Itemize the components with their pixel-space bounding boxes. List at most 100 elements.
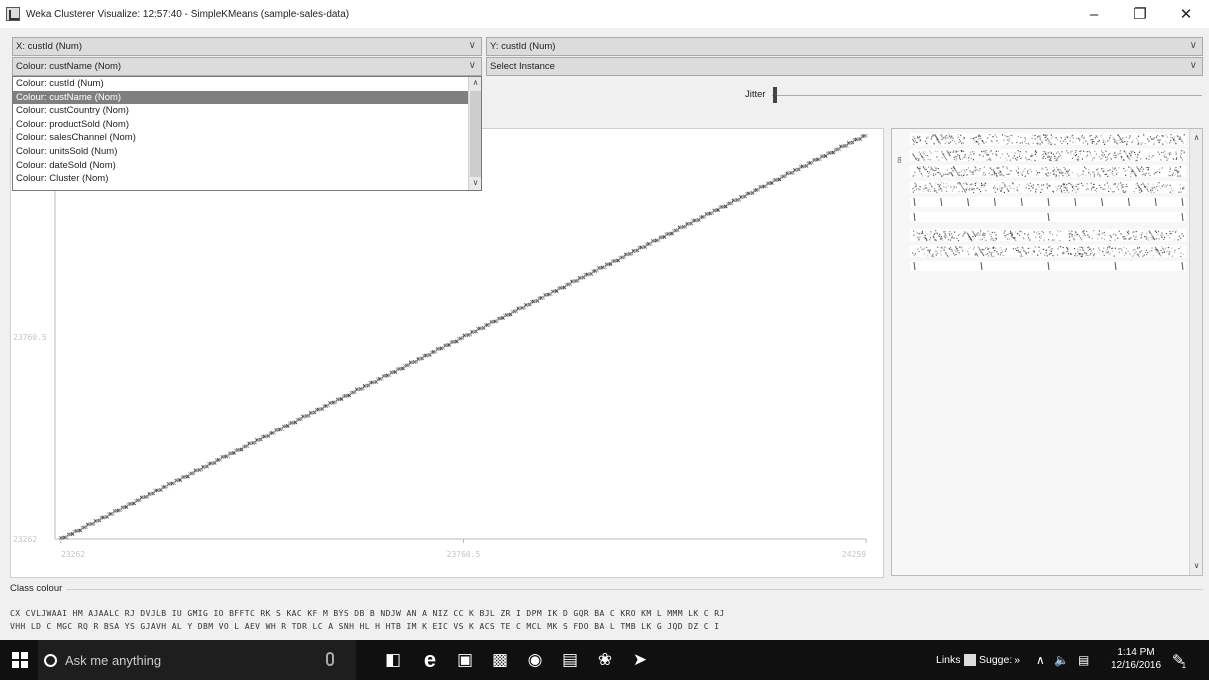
attribute-bar-dot[interactable]: [1108, 185, 1110, 187]
attribute-bar-dot[interactable]: [1181, 140, 1183, 142]
attribute-bar-dot[interactable]: [1156, 171, 1158, 173]
attribute-bar-dot[interactable]: [990, 150, 992, 152]
attribute-bar-dot[interactable]: [1077, 156, 1079, 158]
attribute-bar-dot[interactable]: [1137, 142, 1140, 144]
attribute-bar-dot[interactable]: [1059, 239, 1061, 242]
attribute-bar-dot[interactable]: [919, 166, 921, 168]
attribute-bar-dot[interactable]: [920, 173, 923, 175]
attribute-bar-dot[interactable]: [1071, 236, 1074, 238]
attribute-bar-dot[interactable]: [1074, 234, 1076, 237]
attribute-bar-dot[interactable]: [1059, 169, 1061, 171]
attribute-bar-dot[interactable]: [1137, 185, 1139, 187]
attribute-bar-dot[interactable]: [1056, 157, 1059, 159]
attribute-bar-dot[interactable]: [991, 168, 993, 171]
attribute-bar-dot[interactable]: [1107, 251, 1109, 253]
attribute-bar-dot[interactable]: [937, 184, 939, 186]
attribute-bar-dot[interactable]: [948, 239, 950, 241]
attribute-bar-dot[interactable]: [1145, 236, 1148, 238]
attribute-bar-dot[interactable]: [1130, 153, 1132, 155]
attribute-bar-dot[interactable]: [1041, 183, 1043, 186]
attribute-bar-dot[interactable]: [996, 188, 999, 190]
attribute-bar-dot[interactable]: [1162, 249, 1165, 251]
attribute-bar-dot[interactable]: [1073, 247, 1076, 250]
attribute-bar-dot[interactable]: [1109, 169, 1111, 171]
attribute-bar-dot[interactable]: [1112, 247, 1114, 249]
attribute-bar-dot[interactable]: [1139, 150, 1141, 152]
attribute-bar-dot[interactable]: [1096, 188, 1098, 190]
attribute-bar-dot[interactable]: [1097, 167, 1099, 169]
attribute-bar-dot[interactable]: [983, 172, 985, 174]
attribute-bar-dot[interactable]: [1043, 151, 1045, 153]
attribute-bar-dot[interactable]: [922, 150, 924, 152]
attribute-bar-dot[interactable]: [1166, 142, 1168, 144]
attribute-bar-dot[interactable]: [986, 247, 989, 249]
attribute-bar-dot[interactable]: [941, 136, 943, 138]
attribute-bar-dot[interactable]: [953, 231, 956, 233]
attribute-bar-dot[interactable]: [1113, 152, 1116, 154]
attribute-bar-dot[interactable]: [1118, 183, 1120, 185]
attribute-bar-dot[interactable]: [1112, 138, 1114, 141]
attribute-bar-dot[interactable]: [1029, 239, 1031, 241]
attribute-bar-dot[interactable]: [1112, 168, 1114, 171]
attribute-bar-dot[interactable]: [1155, 231, 1158, 233]
attribute-bar-dot[interactable]: [1137, 135, 1140, 137]
attribute-bar-dot[interactable]: [1150, 187, 1152, 189]
attribute-bar-dot[interactable]: [1076, 183, 1078, 186]
attribute-bar-dot[interactable]: [1082, 249, 1084, 251]
attribute-bar-dot[interactable]: [1006, 159, 1008, 161]
attribute-bar-dot[interactable]: [939, 252, 941, 254]
attribute-bar-dot[interactable]: [1142, 168, 1144, 170]
attribute-bar-dot[interactable]: [1118, 136, 1121, 138]
attribute-bar-dot[interactable]: [1091, 141, 1093, 143]
attribute-bar-dot[interactable]: [961, 142, 963, 144]
attribute-bar-dot[interactable]: [1149, 250, 1151, 252]
attribute-bar-dot[interactable]: [1043, 134, 1045, 136]
attribute-bar-dot[interactable]: [998, 172, 1000, 174]
attribute-bar-dot[interactable]: [1085, 156, 1087, 158]
attribute-bar-dot[interactable]: [1038, 171, 1041, 174]
attribute-bar-dot[interactable]: [1011, 234, 1013, 236]
attribute-bar-dot[interactable]: [1120, 158, 1122, 160]
attribute-bar-dot[interactable]: [1141, 142, 1144, 144]
attribute-bar-dot[interactable]: [1050, 252, 1052, 255]
attribute-bar-dot[interactable]: [977, 141, 979, 143]
colour-select[interactable]: Colour: custName (Nom) ∨: [12, 57, 482, 76]
attribute-bar-dot[interactable]: [993, 246, 995, 248]
attribute-bar-dot[interactable]: [1120, 248, 1122, 250]
attribute-bar-dot[interactable]: [1026, 159, 1028, 161]
attribute-bar-dot[interactable]: [1159, 255, 1162, 257]
attribute-bar-dot[interactable]: [993, 174, 996, 176]
attribute-bar-dot[interactable]: [1057, 248, 1059, 250]
attribute-bar-dot[interactable]: [1079, 139, 1081, 141]
attribute-bar-dot[interactable]: [983, 249, 986, 251]
attribute-bar-dot[interactable]: [972, 173, 975, 175]
attribute-bar-dot[interactable]: [1132, 150, 1134, 152]
attribute-bar-dot[interactable]: [980, 182, 983, 185]
attribute-bar-dot[interactable]: [918, 137, 920, 139]
attribute-bar-dot[interactable]: [1008, 155, 1010, 157]
attribute-bar-dot[interactable]: [937, 167, 939, 170]
attribute-bar-dot[interactable]: [958, 138, 961, 141]
attribute-bar-dot[interactable]: [1169, 232, 1171, 235]
attribute-bar-dot[interactable]: [1109, 239, 1111, 242]
attribute-bar-dot[interactable]: [1011, 232, 1013, 234]
attribute-bar-dot[interactable]: [1029, 182, 1031, 184]
attribute-bar-dot[interactable]: [1147, 169, 1149, 171]
x-axis-select[interactable]: X: custId (Num) ∨: [12, 37, 482, 56]
attribute-bar-dot[interactable]: [1027, 237, 1030, 239]
attribute-bar-dot[interactable]: [1005, 248, 1007, 250]
attribute-bar-dot[interactable]: [912, 175, 914, 177]
attribute-bar-dot[interactable]: [1017, 166, 1019, 168]
attribute-bar[interactable]: [910, 165, 1186, 177]
attribute-bar-dot[interactable]: [979, 234, 981, 236]
attribute-bar-dot[interactable]: [1009, 238, 1011, 240]
attribute-bar-dot[interactable]: [1124, 236, 1126, 238]
attribute-bar-dot[interactable]: [979, 232, 981, 235]
attribute-bar-dot[interactable]: [1067, 143, 1069, 145]
attribute-bar-dot[interactable]: [1079, 253, 1081, 255]
attribute-bar-dot[interactable]: [953, 254, 956, 256]
attribute-bar-dot[interactable]: [959, 233, 961, 235]
suggest-toolbar[interactable]: Sugge: »: [964, 640, 1020, 680]
attribute-bar-dot[interactable]: [994, 191, 997, 193]
attribute-bar-dot[interactable]: [1149, 189, 1152, 191]
